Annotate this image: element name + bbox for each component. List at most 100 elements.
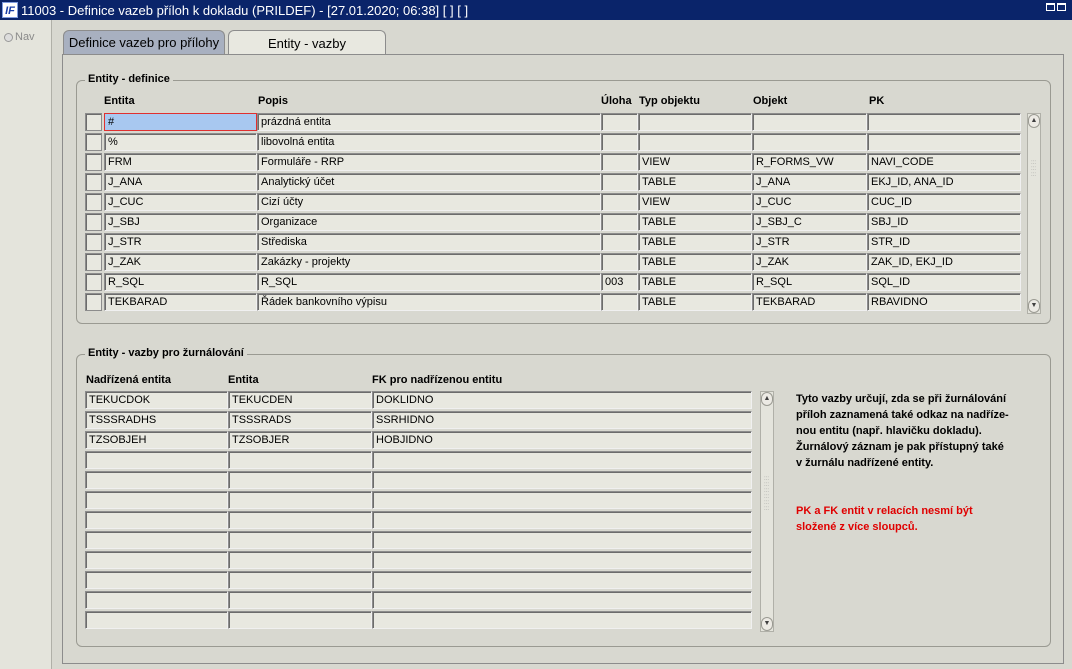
cell-pk[interactable]: RBAVIDNO [867, 293, 1021, 311]
scroll-up-icon[interactable]: ▲ [761, 392, 773, 406]
cell-entita[interactable]: J_STR [104, 233, 257, 251]
cell-fk[interactable] [372, 511, 752, 529]
cell-entita[interactable]: R_SQL [104, 273, 257, 291]
cell-typ[interactable]: VIEW [638, 193, 752, 211]
cell-popis[interactable]: Řádek bankovního výpisu [257, 293, 601, 311]
scroll-down-icon[interactable]: ▼ [1028, 299, 1040, 313]
scroll-grip-icon[interactable]: ::::::::: [1031, 160, 1037, 178]
cell-parent[interactable] [85, 551, 228, 569]
cell-entita[interactable] [228, 571, 372, 589]
cell-objekt[interactable]: R_FORMS_VW [752, 153, 867, 171]
cell-parent[interactable] [85, 611, 228, 629]
row-selector[interactable] [85, 233, 102, 251]
cell-objekt[interactable]: R_SQL [752, 273, 867, 291]
restore-window-icon[interactable] [1046, 3, 1068, 17]
cell-parent[interactable]: TEKUCDOK [85, 391, 228, 409]
cell-pk[interactable]: NAVI_CODE [867, 153, 1021, 171]
cell-typ[interactable]: TABLE [638, 293, 752, 311]
cell-pk[interactable]: EKJ_ID, ANA_ID [867, 173, 1021, 191]
cell-objekt[interactable] [752, 113, 867, 131]
cell-objekt[interactable]: J_ANA [752, 173, 867, 191]
cell-pk[interactable]: SQL_ID [867, 273, 1021, 291]
cell-entita[interactable] [228, 611, 372, 629]
cell-fk[interactable] [372, 451, 752, 469]
cell-entita[interactable]: % [104, 133, 257, 151]
cell-typ[interactable]: TABLE [638, 233, 752, 251]
cell-fk[interactable]: DOKLIDNO [372, 391, 752, 409]
cell-entita[interactable] [228, 451, 372, 469]
row-selector[interactable] [85, 293, 102, 311]
cell-pk[interactable]: ZAK_ID, EKJ_ID [867, 253, 1021, 271]
cell-parent[interactable] [85, 451, 228, 469]
cell-pk[interactable]: CUC_ID [867, 193, 1021, 211]
cell-uloha[interactable] [601, 193, 638, 211]
cell-entita[interactable]: TEKUCDEN [228, 391, 372, 409]
cell-popis[interactable]: prázdná entita [257, 113, 601, 131]
cell-typ[interactable]: TABLE [638, 173, 752, 191]
tab-definice-vazeb[interactable]: Definice vazeb pro přílohy [63, 30, 225, 54]
cell-objekt[interactable] [752, 133, 867, 151]
row-selector[interactable] [85, 213, 102, 231]
cell-fk[interactable] [372, 591, 752, 609]
cell-parent[interactable]: TSSSRADHS [85, 411, 228, 429]
cell-uloha[interactable] [601, 213, 638, 231]
cell-popis[interactable]: libovolná entita [257, 133, 601, 151]
cell-fk[interactable] [372, 571, 752, 589]
cell-uloha[interactable] [601, 153, 638, 171]
cell-entita[interactable]: J_ANA [104, 173, 257, 191]
nav-radio-group[interactable]: Nav [4, 31, 35, 43]
cell-uloha[interactable] [601, 113, 638, 131]
cell-entita[interactable]: TZSOBJER [228, 431, 372, 449]
cell-entita[interactable]: J_SBJ [104, 213, 257, 231]
cell-pk[interactable] [867, 113, 1021, 131]
cell-popis[interactable]: R_SQL [257, 273, 601, 291]
row-selector[interactable] [85, 193, 102, 211]
cell-fk[interactable] [372, 611, 752, 629]
cell-parent[interactable] [85, 491, 228, 509]
cell-entita[interactable] [228, 551, 372, 569]
row-selector[interactable] [85, 273, 102, 291]
cell-popis[interactable]: Formuláře - RRP [257, 153, 601, 171]
cell-popis[interactable]: Organizace [257, 213, 601, 231]
cell-popis[interactable]: Střediska [257, 233, 601, 251]
cell-fk[interactable] [372, 491, 752, 509]
row-selector[interactable] [85, 253, 102, 271]
scroll-down-icon[interactable]: ▼ [761, 617, 773, 631]
cell-entita[interactable] [228, 531, 372, 549]
cell-pk[interactable] [867, 133, 1021, 151]
cell-popis[interactable]: Cizí účty [257, 193, 601, 211]
cell-typ[interactable]: TABLE [638, 213, 752, 231]
cell-parent[interactable] [85, 571, 228, 589]
cell-objekt[interactable]: J_SBJ_C [752, 213, 867, 231]
cell-typ[interactable] [638, 113, 752, 131]
cell-uloha[interactable] [601, 253, 638, 271]
cell-popis[interactable]: Zakázky - projekty [257, 253, 601, 271]
cell-entita[interactable]: # [104, 113, 257, 131]
cell-objekt[interactable]: J_STR [752, 233, 867, 251]
cell-uloha[interactable]: 003 [601, 273, 638, 291]
cell-typ[interactable]: TABLE [638, 273, 752, 291]
row-selector[interactable] [85, 173, 102, 191]
cell-uloha[interactable] [601, 173, 638, 191]
cell-fk[interactable] [372, 471, 752, 489]
cell-entita[interactable] [228, 471, 372, 489]
cell-popis[interactable]: Analytický účet [257, 173, 601, 191]
cell-objekt[interactable]: TEKBARAD [752, 293, 867, 311]
row-selector[interactable] [85, 133, 102, 151]
cell-entita[interactable] [228, 591, 372, 609]
cell-fk[interactable] [372, 531, 752, 549]
row-selector[interactable] [85, 113, 102, 131]
cell-uloha[interactable] [601, 293, 638, 311]
cell-entita[interactable] [228, 491, 372, 509]
scroll-up-icon[interactable]: ▲ [1028, 114, 1040, 128]
cell-entita[interactable]: FRM [104, 153, 257, 171]
cell-entita[interactable]: TEKBARAD [104, 293, 257, 311]
entity-links-scrollbar[interactable]: ▲ :::::::::::::::::: ▼ [760, 391, 774, 632]
cell-parent[interactable]: TZSOBJEH [85, 431, 228, 449]
cell-uloha[interactable] [601, 133, 638, 151]
cell-parent[interactable] [85, 511, 228, 529]
cell-typ[interactable]: VIEW [638, 153, 752, 171]
cell-entita[interactable]: J_ZAK [104, 253, 257, 271]
cell-entita[interactable]: TSSSRADS [228, 411, 372, 429]
tab-entity-vazby[interactable]: Entity - vazby [228, 30, 386, 55]
